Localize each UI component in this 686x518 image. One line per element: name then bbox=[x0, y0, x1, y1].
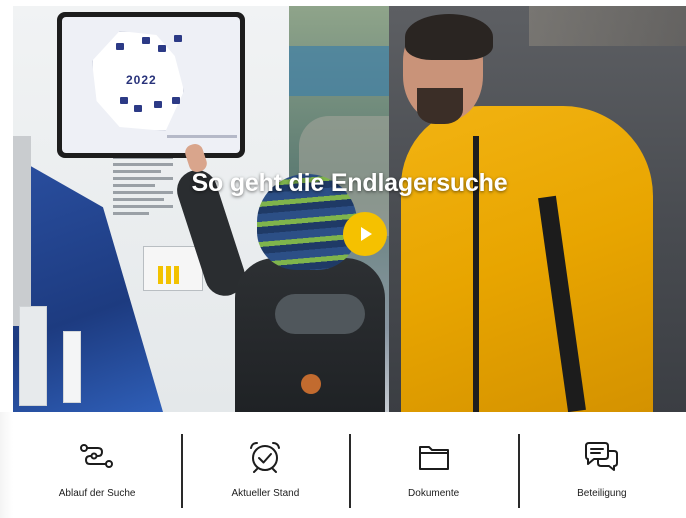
nav-item-ablauf[interactable]: Ablauf der Suche bbox=[13, 412, 181, 518]
screen-year: 2022 bbox=[126, 73, 157, 87]
child-pointing bbox=[171, 141, 395, 412]
nav-item-dokumente[interactable]: Dokumente bbox=[350, 412, 518, 518]
nav-item-stand[interactable]: Aktueller Stand bbox=[181, 412, 349, 518]
monitor-screen: 2022 bbox=[62, 17, 240, 153]
man-in-yellow-jacket bbox=[401, 14, 653, 412]
nav-label: Beteiligung bbox=[577, 488, 627, 499]
nav-label: Dokumente bbox=[408, 488, 460, 499]
hero-video[interactable]: 2022 So geht die Endlagersuche bbox=[13, 6, 686, 412]
chat-bubbles-icon bbox=[582, 438, 622, 476]
play-button[interactable] bbox=[343, 212, 387, 256]
nav-label: Ablauf der Suche bbox=[58, 488, 136, 499]
page: 2022 So geht die Endlagersuche Ablauf de… bbox=[0, 0, 686, 518]
exhibit-monitor: 2022 bbox=[57, 12, 245, 158]
hero-title: So geht die Endlagersuche bbox=[191, 169, 508, 197]
folder-icon bbox=[414, 438, 454, 476]
exhibit-building-illustration bbox=[143, 246, 203, 291]
route-icon bbox=[77, 438, 117, 476]
alarm-clock-check-icon bbox=[245, 438, 285, 476]
quick-nav: Ablauf der Suche Aktueller Stand Dokumen… bbox=[0, 412, 686, 518]
play-icon bbox=[361, 227, 372, 241]
nav-item-beteiligung[interactable]: Beteiligung bbox=[518, 412, 686, 518]
nav-label: Aktueller Stand bbox=[231, 488, 300, 499]
